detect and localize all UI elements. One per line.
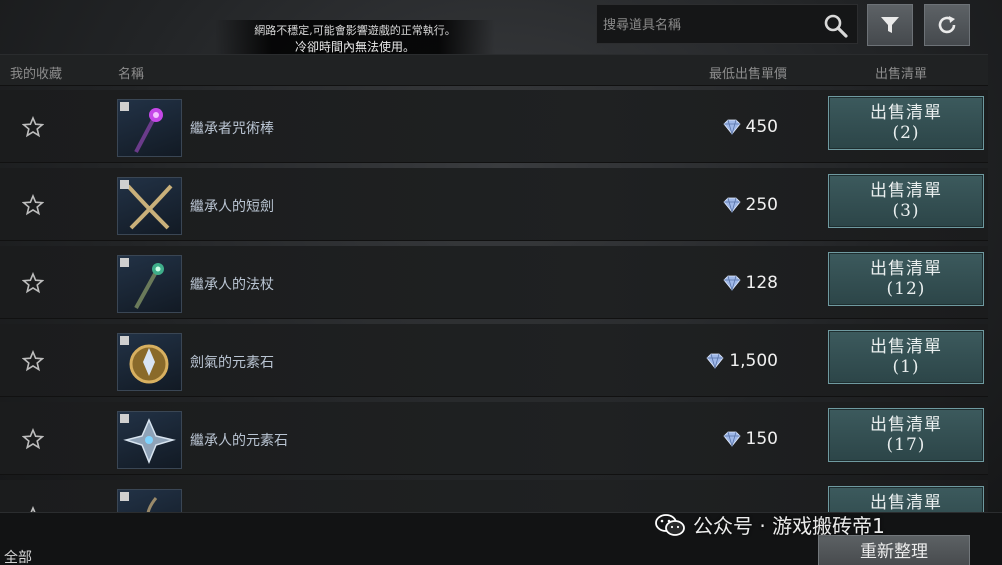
watermark: 公众号 · 游戏搬砖帝1 bbox=[655, 510, 885, 539]
item-name: 劍氣的元素石 bbox=[190, 355, 274, 371]
favorite-star-icon[interactable] bbox=[22, 116, 44, 138]
item-price: 150 bbox=[722, 429, 778, 449]
sell-list-count: (3) bbox=[892, 201, 920, 221]
item-thumbnail[interactable] bbox=[117, 333, 182, 391]
table-row[interactable]: 繼承人的短劍 250 出售清單 (3) bbox=[0, 168, 988, 241]
item-flag-icon bbox=[120, 414, 129, 423]
price-value: 450 bbox=[745, 117, 778, 137]
sell-list-button[interactable]: 出售清單 (17) bbox=[828, 408, 984, 462]
item-thumbnail[interactable] bbox=[117, 177, 182, 235]
favorite-star-icon[interactable] bbox=[22, 194, 44, 216]
diamond-icon bbox=[723, 197, 741, 213]
search-input[interactable] bbox=[603, 14, 818, 36]
item-flag-icon bbox=[120, 336, 129, 345]
network-warning-banner: 網路不穩定,可能會影響遊戲的正常執行。 冷卻時間內無法使用。 bbox=[215, 20, 495, 58]
item-price: 1,500 bbox=[705, 351, 778, 371]
diamond-icon bbox=[723, 275, 741, 291]
sell-list-button[interactable]: 出售清單 (2) bbox=[828, 96, 984, 150]
price-value: 150 bbox=[745, 429, 778, 449]
filter-button[interactable] bbox=[867, 4, 913, 46]
item-flag-icon bbox=[120, 180, 129, 189]
item-price: 250 bbox=[722, 195, 778, 215]
sell-list-count: (1) bbox=[892, 357, 920, 377]
wechat-icon bbox=[655, 513, 685, 536]
column-name: 名稱 bbox=[118, 67, 145, 82]
price-value: 128 bbox=[745, 273, 778, 293]
sell-list-label: 出售清單 bbox=[870, 103, 942, 123]
sell-list-button[interactable]: 出售清單 (12) bbox=[828, 252, 984, 306]
refresh-icon bbox=[938, 16, 956, 34]
sell-list-label: 出售清單 bbox=[870, 181, 942, 201]
network-warning-text: 網路不穩定,可能會影響遊戲的正常執行。 bbox=[254, 24, 456, 37]
sell-list-count: (17) bbox=[886, 435, 926, 455]
price-value: 1,500 bbox=[729, 351, 778, 371]
favorite-star-icon[interactable] bbox=[22, 428, 44, 450]
search-icon[interactable] bbox=[823, 13, 849, 39]
refresh-button[interactable] bbox=[924, 4, 970, 46]
sell-list-label: 出售清單 bbox=[870, 415, 942, 435]
column-favorite: 我的收藏 bbox=[10, 67, 63, 82]
favorite-star-icon[interactable] bbox=[22, 272, 44, 294]
item-thumbnail[interactable] bbox=[117, 255, 182, 313]
item-list[interactable]: 繼承者咒術棒 450 出售清單 (2) 繼承人的短劍 250 出售清單 (3) bbox=[0, 88, 988, 512]
item-flag-icon bbox=[120, 102, 129, 111]
diamond-icon bbox=[706, 353, 724, 369]
item-flag-icon bbox=[120, 258, 129, 267]
sell-list-label: 出售清單 bbox=[870, 259, 942, 279]
favorite-star-icon[interactable] bbox=[22, 350, 44, 372]
sell-list-button[interactable]: 出售清單 bbox=[828, 486, 984, 512]
item-name: 繼承人的元素石 bbox=[190, 433, 288, 449]
item-thumbnail[interactable] bbox=[117, 99, 182, 157]
item-thumbnail[interactable] bbox=[117, 411, 182, 469]
diamond-icon bbox=[723, 119, 741, 135]
sell-list-button[interactable]: 出售清單 (1) bbox=[828, 330, 984, 384]
table-row[interactable]: 繼承者咒術棒 450 出售清單 (2) bbox=[0, 90, 988, 163]
column-lowest-price: 最低出售單價 bbox=[709, 67, 788, 82]
refresh-sort-button[interactable]: 重新整理 bbox=[818, 535, 970, 565]
table-row[interactable]: 繼承人的法杖 128 出售清單 (12) bbox=[0, 246, 988, 319]
item-price: 450 bbox=[722, 117, 778, 137]
sell-list-label: 出售清單 bbox=[870, 337, 942, 357]
search-box[interactable] bbox=[596, 4, 858, 44]
item-thumbnail[interactable] bbox=[117, 489, 182, 512]
sell-list-button[interactable]: 出售清單 (3) bbox=[828, 174, 984, 228]
sell-list-count: (2) bbox=[892, 123, 920, 143]
sell-list-count: (12) bbox=[886, 279, 926, 299]
item-name: 繼承人的短劍 bbox=[190, 199, 274, 215]
item-name: 繼承者咒術棒 bbox=[190, 121, 274, 137]
price-value: 250 bbox=[745, 195, 778, 215]
diamond-icon bbox=[723, 431, 741, 447]
filter-icon bbox=[881, 17, 899, 33]
column-listings: 出售清單 bbox=[875, 67, 928, 82]
table-row[interactable]: 劍氣的元素石 1,500 出售清單 (1) bbox=[0, 324, 988, 397]
watermark-text: 公众号 · 游戏搬砖帝1 bbox=[693, 514, 885, 538]
table-row[interactable]: 出售清單 bbox=[0, 480, 988, 512]
table-header: 我的收藏 名稱 最低出售單價 出售清單 bbox=[0, 54, 988, 86]
item-flag-icon bbox=[120, 492, 129, 501]
item-price: 128 bbox=[722, 273, 778, 293]
table-row[interactable]: 繼承人的元素石 150 出售清單 (17) bbox=[0, 402, 988, 475]
category-all-label[interactable]: 全部 bbox=[4, 547, 32, 565]
item-name: 繼承人的法杖 bbox=[190, 277, 274, 293]
